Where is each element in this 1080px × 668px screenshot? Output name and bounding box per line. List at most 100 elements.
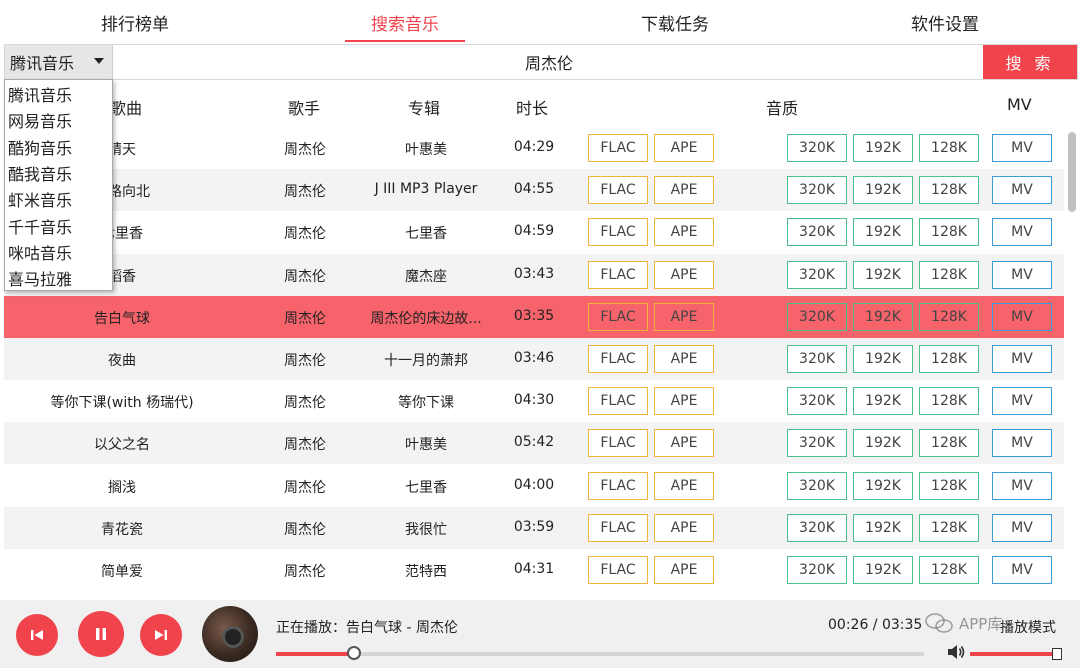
tab-rankings[interactable]: 排行榜单: [0, 0, 270, 44]
quality-128k-button[interactable]: 128K: [919, 260, 979, 289]
search-input[interactable]: [115, 45, 983, 79]
quality-192k-button[interactable]: 192K: [853, 176, 913, 205]
mv-button[interactable]: MV: [992, 260, 1052, 289]
quality-192k-button[interactable]: 192K: [853, 471, 913, 500]
source-option[interactable]: 咪咕音乐: [5, 239, 112, 265]
quality-192k-button[interactable]: 192K: [853, 429, 913, 458]
flac-button[interactable]: FLAC: [588, 471, 648, 500]
quality-128k-button[interactable]: 128K: [919, 471, 979, 500]
flac-button[interactable]: FLAC: [588, 387, 648, 416]
next-button[interactable]: [140, 614, 182, 656]
quality-128k-button[interactable]: 128K: [919, 345, 979, 373]
quality-128k-button[interactable]: 128K: [919, 429, 979, 458]
table-row[interactable]: 稻香 周杰伦 魔杰座 03:43 FLAC APE 320K 192K 128K MV: [4, 253, 1064, 296]
quality-192k-button[interactable]: 192K: [853, 302, 913, 331]
quality-192k-button[interactable]: 192K: [853, 134, 913, 162]
quality-192k-button[interactable]: 192K: [853, 513, 913, 542]
flac-button[interactable]: FLAC: [588, 302, 648, 331]
source-option[interactable]: 网易音乐: [5, 107, 112, 133]
mv-button[interactable]: MV: [992, 302, 1052, 331]
source-option[interactable]: 千千音乐: [5, 212, 112, 238]
quality-320k-button[interactable]: 320K: [787, 218, 847, 247]
source-option[interactable]: 喜马拉雅: [5, 265, 112, 291]
quality-192k-button[interactable]: 192K: [853, 556, 913, 584]
tab-settings[interactable]: 软件设置: [810, 0, 1080, 44]
mv-button[interactable]: MV: [992, 387, 1052, 416]
play-mode-button[interactable]: 播放模式: [1000, 617, 1056, 637]
table-row[interactable]: 等你下课(with 杨瑞代) 周杰伦 等你下课 04:30 FLAC APE 320K 192…: [4, 380, 1064, 422]
quality-128k-button[interactable]: 128K: [919, 513, 979, 542]
progress-handle[interactable]: [346, 646, 361, 660]
quality-192k-button[interactable]: 192K: [853, 387, 913, 416]
mv-button[interactable]: MV: [992, 176, 1052, 205]
table-row[interactable]: 告白气球 周杰伦 周杰伦的床边故... 03:35 FLAC APE 320K 192K 128…: [4, 295, 1064, 338]
ape-button[interactable]: APE: [654, 134, 714, 162]
quality-320k-button[interactable]: 320K: [787, 429, 847, 458]
ape-button[interactable]: APE: [654, 387, 714, 416]
quality-128k-button[interactable]: 128K: [919, 302, 979, 331]
quality-320k-button[interactable]: 320K: [787, 345, 847, 373]
ape-button[interactable]: APE: [654, 513, 714, 542]
ape-button[interactable]: APE: [654, 218, 714, 247]
table-row[interactable]: 搁浅 周杰伦 七里香 04:00 FLAC APE 320K 192K 128K MV: [4, 465, 1064, 507]
ape-button[interactable]: APE: [654, 302, 714, 331]
quality-128k-button[interactable]: 128K: [919, 218, 979, 247]
volume-icon[interactable]: [946, 643, 966, 661]
source-select[interactable]: 腾讯音乐: [5, 45, 113, 79]
quality-320k-button[interactable]: 320K: [787, 556, 847, 584]
ape-button[interactable]: APE: [654, 429, 714, 458]
table-row[interactable]: 夜曲 周杰伦 十一月的萧邦 03:46 FLAC APE 320K 192K 128K MV: [4, 338, 1064, 380]
quality-320k-button[interactable]: 320K: [787, 176, 847, 205]
flac-button[interactable]: FLAC: [588, 218, 648, 247]
quality-192k-button[interactable]: 192K: [853, 345, 913, 373]
table-scrollbar[interactable]: [1068, 132, 1076, 212]
quality-128k-button[interactable]: 128K: [919, 176, 979, 205]
quality-192k-button[interactable]: 192K: [853, 260, 913, 289]
flac-button[interactable]: FLAC: [588, 260, 648, 289]
quality-320k-button[interactable]: 320K: [787, 260, 847, 289]
table-row[interactable]: 晴天 周杰伦 叶惠美 04:29 FLAC APE 320K 192K 128K MV: [4, 127, 1064, 169]
table-row[interactable]: 七里香 周杰伦 七里香 04:59 FLAC APE 320K 192K 128K MV: [4, 211, 1064, 253]
quality-320k-button[interactable]: 320K: [787, 302, 847, 331]
mv-button[interactable]: MV: [992, 345, 1052, 373]
mv-button[interactable]: MV: [992, 471, 1052, 500]
ape-button[interactable]: APE: [654, 176, 714, 205]
ape-button[interactable]: APE: [654, 471, 714, 500]
mv-button[interactable]: MV: [992, 218, 1052, 247]
source-option[interactable]: 腾讯音乐: [5, 81, 112, 107]
previous-button[interactable]: [16, 614, 58, 656]
flac-button[interactable]: FLAC: [588, 345, 648, 373]
volume-handle[interactable]: [1052, 648, 1063, 660]
ape-button[interactable]: APE: [654, 556, 714, 584]
tab-search-music[interactable]: 搜索音乐: [270, 0, 540, 44]
table-row[interactable]: 以父之名 周杰伦 叶惠美 05:42 FLAC APE 320K 192K 128K MV: [4, 422, 1064, 465]
quality-128k-button[interactable]: 128K: [919, 556, 979, 584]
pause-button[interactable]: [78, 611, 124, 657]
table-row[interactable]: 简单爱 周杰伦 范特西 04:31 FLAC APE 320K 192K 128K MV: [4, 549, 1064, 591]
quality-320k-button[interactable]: 320K: [787, 513, 847, 542]
flac-button[interactable]: FLAC: [588, 176, 648, 205]
tab-downloads[interactable]: 下载任务: [540, 0, 810, 44]
quality-320k-button[interactable]: 320K: [787, 134, 847, 162]
table-row[interactable]: 青花瓷 周杰伦 我很忙 03:59 FLAC APE 320K 192K 128K MV: [4, 506, 1064, 549]
flac-button[interactable]: FLAC: [588, 556, 648, 584]
source-option[interactable]: 酷狗音乐: [5, 134, 112, 160]
quality-320k-button[interactable]: 320K: [787, 387, 847, 416]
quality-128k-button[interactable]: 128K: [919, 134, 979, 162]
search-button[interactable]: 搜 索: [983, 45, 1077, 79]
mv-button[interactable]: MV: [992, 134, 1052, 162]
source-option[interactable]: 虾米音乐: [5, 186, 112, 212]
ape-button[interactable]: APE: [654, 345, 714, 373]
volume-slider[interactable]: [970, 648, 1063, 660]
ape-button[interactable]: APE: [654, 260, 714, 289]
mv-button[interactable]: MV: [992, 556, 1052, 584]
progress-slider[interactable]: [276, 646, 924, 660]
mv-button[interactable]: MV: [992, 429, 1052, 458]
quality-192k-button[interactable]: 192K: [853, 218, 913, 247]
table-row[interactable]: 一路向北 周杰伦 J III MP3 Player 04:55 FLAC APE 320K 1…: [4, 169, 1064, 212]
flac-button[interactable]: FLAC: [588, 513, 648, 542]
quality-320k-button[interactable]: 320K: [787, 471, 847, 500]
mv-button[interactable]: MV: [992, 513, 1052, 542]
flac-button[interactable]: FLAC: [588, 134, 648, 162]
source-option[interactable]: 酷我音乐: [5, 160, 112, 186]
